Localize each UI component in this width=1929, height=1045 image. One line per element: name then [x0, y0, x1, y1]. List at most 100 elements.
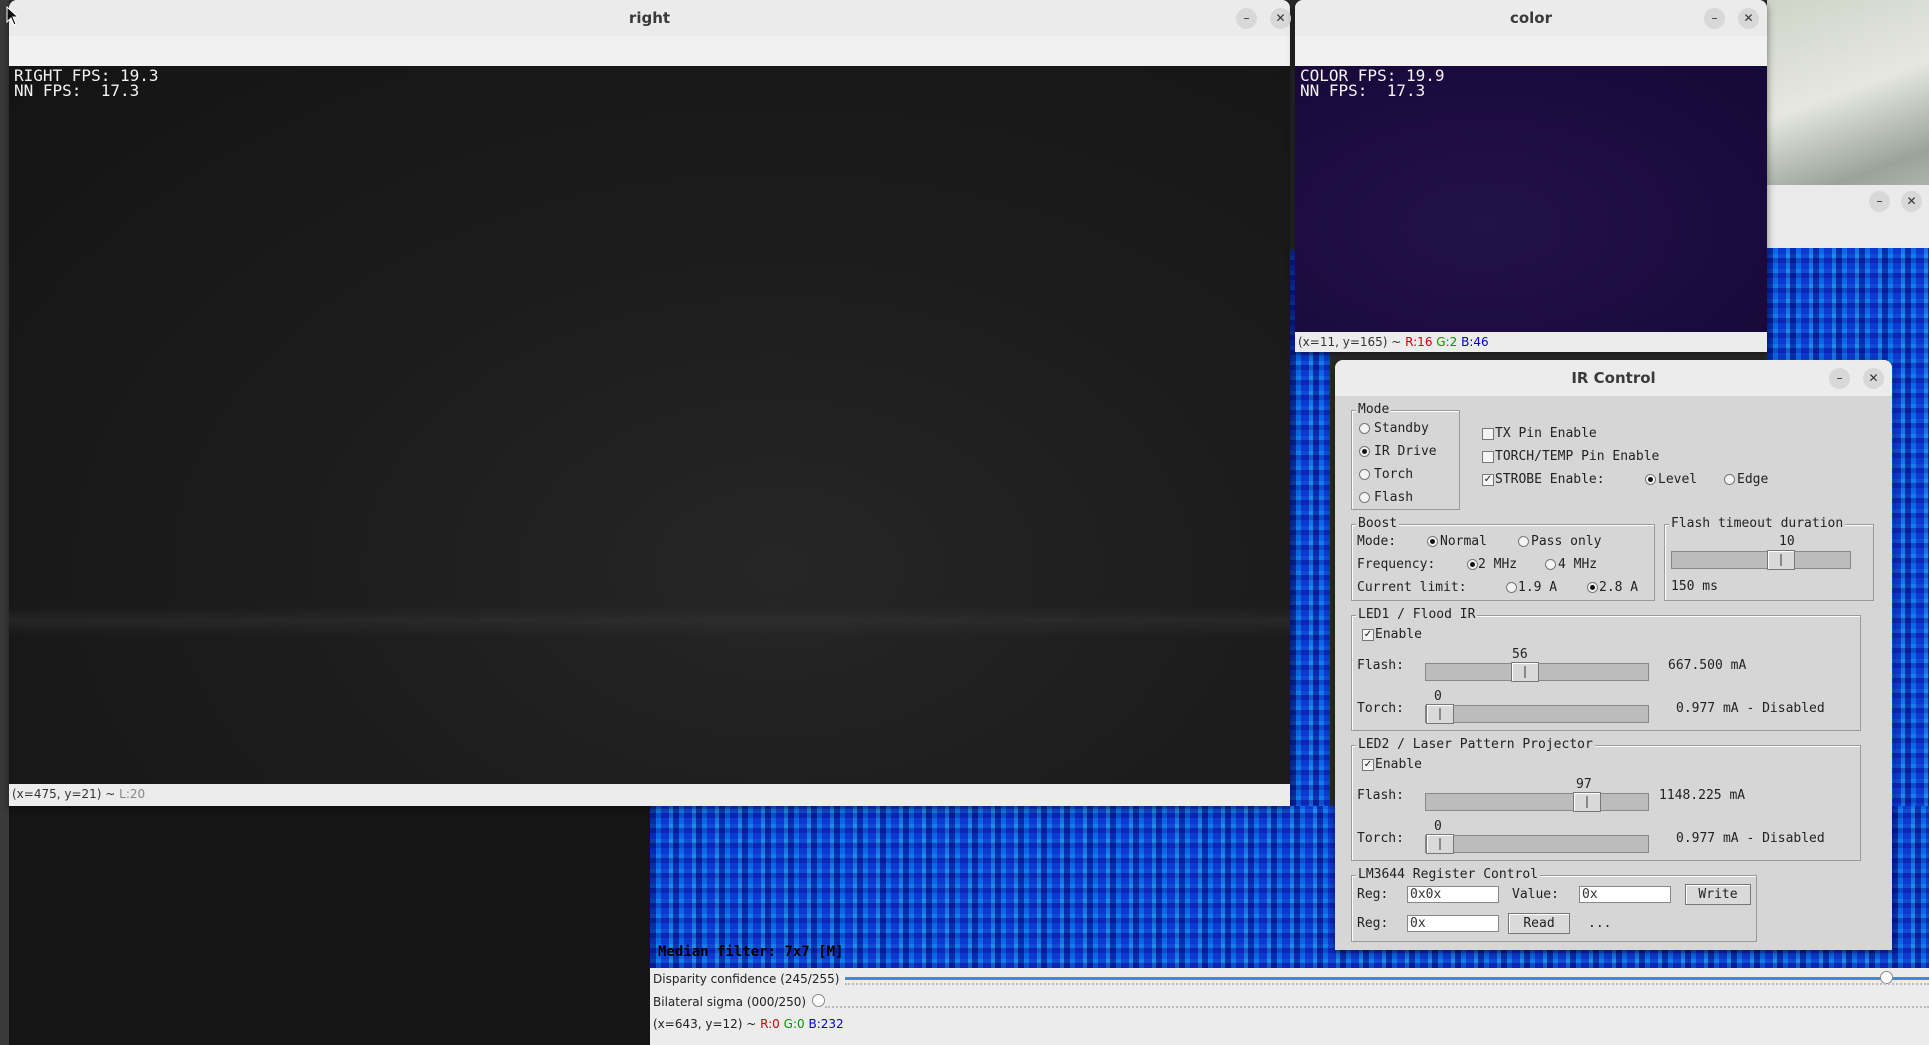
mode-torch-radio[interactable]: [1359, 469, 1370, 480]
disparity-confidence-label: Disparity confidence (245/255): [653, 972, 840, 986]
window-titlebar[interactable]: IR Control – ✕: [1335, 360, 1892, 396]
register-control-group: LM3644 Register Control Reg: 0x0x Value:…: [1351, 867, 1757, 942]
color-camera-image[interactable]: COLOR FPS: 19.9 NN FPS: 17.3: [1295, 66, 1767, 332]
current-1-9a-radio[interactable]: [1506, 582, 1517, 593]
frequency-4mhz-radio[interactable]: [1545, 559, 1556, 570]
mode-ir-drive-radio[interactable]: [1359, 446, 1370, 457]
right-status-bar: (x=475, y=21) ~ L:20: [9, 784, 1290, 804]
reg-read-label: Reg:: [1357, 916, 1389, 931]
led1-flash-current: 667.500 mA: [1668, 658, 1747, 673]
register-legend: LM3644 Register Control: [1356, 867, 1541, 882]
median-filter-overlay: Median filter: 7x7 [M]: [658, 944, 844, 960]
close-icon[interactable]: ✕: [1738, 8, 1759, 29]
led2-legend: LED2 / Laser Pattern Projector: [1356, 737, 1595, 752]
tx-pin-checkbox[interactable]: [1482, 428, 1494, 440]
flash-timeout-legend: Flash timeout duration: [1669, 516, 1846, 531]
read-result: ...: [1588, 916, 1612, 931]
led2-flash-slider-value: 97: [1576, 777, 1592, 792]
flash-timeout-thumb[interactable]: [1767, 550, 1795, 570]
led2-torch-label: Torch:: [1357, 831, 1404, 846]
led1-legend: LED1 / Flood IR: [1356, 607, 1478, 622]
reg-address-input[interactable]: 0x0x: [1407, 886, 1499, 903]
frequency-4mhz-label: 4 MHz: [1558, 557, 1598, 572]
mode-standby-label: Standby: [1374, 421, 1429, 436]
minimize-icon[interactable]: –: [1829, 368, 1850, 389]
led2-flash-label: Flash:: [1357, 788, 1404, 803]
led1-enable-label: Enable: [1375, 627, 1422, 642]
color-camera-window: color – ✕ COLOR FPS: 19.9 NN FPS: 17.3 (…: [1295, 0, 1767, 352]
strobe-level-label: Level: [1658, 472, 1698, 487]
strobe-level-radio[interactable]: [1645, 474, 1656, 485]
led2-torch-slider[interactable]: [1425, 834, 1649, 854]
mode-flash-radio[interactable]: [1359, 492, 1370, 503]
boost-mode-normal-label: Normal: [1440, 534, 1487, 549]
close-icon[interactable]: ✕: [1270, 8, 1291, 29]
led2-torch-thumb[interactable]: [1426, 834, 1454, 854]
boost-mode-normal-radio[interactable]: [1427, 536, 1438, 547]
torch-temp-pin-checkbox[interactable]: [1482, 451, 1494, 463]
strobe-edge-radio[interactable]: [1724, 474, 1735, 485]
blue-value: B:46: [1461, 335, 1489, 349]
write-button[interactable]: Write: [1685, 884, 1751, 905]
right-camera-image[interactable]: RIGHT FPS: 19.3 NN FPS: 17.3: [9, 66, 1290, 784]
image-horizon-band: [9, 606, 1290, 636]
depth-status-bar: (x=643, y=12) ~ R:0 G:0 B:232: [653, 1017, 844, 1031]
led1-torch-thumb[interactable]: [1426, 704, 1454, 724]
close-icon[interactable]: ✕: [1863, 368, 1884, 389]
boost-mode-pass-radio[interactable]: [1518, 536, 1529, 547]
window-toolbar: [9, 36, 1290, 67]
background-camera-view: [9, 805, 650, 1045]
mode-standby-radio[interactable]: [1359, 423, 1370, 434]
nn-fps-overlay: NN FPS: 17.3: [14, 81, 140, 100]
current-2-8a-label: 2.8 A: [1599, 580, 1639, 595]
led1-enable-checkbox[interactable]: ✓: [1362, 629, 1374, 641]
ir-control-window: IR Control – ✕ Mode Standby IR Drive Tor…: [1335, 360, 1892, 950]
window-title: color: [1509, 9, 1553, 27]
bilateral-sigma-handle[interactable]: [812, 994, 825, 1007]
led2-flash-thumb[interactable]: [1573, 792, 1601, 812]
right-camera-window: right – ✕ RIGHT FPS: 19.3 NN FPS: 17.3 (…: [9, 0, 1291, 806]
strobe-enable-checkbox[interactable]: ✓: [1482, 474, 1494, 486]
read-button[interactable]: Read: [1508, 913, 1570, 934]
led2-group: LED2 / Laser Pattern Projector ✓ Enable …: [1351, 737, 1861, 861]
led1-torch-current: 0.977 mA - Disabled: [1676, 701, 1825, 716]
led1-torch-label: Torch:: [1357, 701, 1404, 716]
window-titlebar[interactable]: color – ✕: [1295, 0, 1767, 36]
led2-enable-label: Enable: [1375, 757, 1422, 772]
minimize-icon[interactable]: –: [1869, 191, 1890, 212]
led1-flash-slider[interactable]: [1425, 662, 1649, 682]
mode-legend: Mode: [1356, 402, 1392, 417]
luma-value: L:20: [119, 787, 146, 801]
minimize-icon[interactable]: –: [1236, 8, 1257, 29]
boost-mode-pass-label: Pass only: [1531, 534, 1602, 549]
bilateral-sigma-slider[interactable]: [825, 1006, 1929, 1009]
depth-window-controls: Disparity confidence (245/255) Bilateral…: [650, 968, 1929, 1045]
cursor-coordinates: (x=11, y=165) ~: [1298, 335, 1406, 349]
flash-timeout-group: Flash timeout duration 10 150 ms: [1664, 516, 1874, 601]
minimize-icon[interactable]: –: [1704, 8, 1725, 29]
led1-flash-thumb[interactable]: [1511, 662, 1539, 682]
led1-torch-slider[interactable]: [1425, 704, 1649, 724]
reg-label: Reg:: [1357, 887, 1389, 902]
led2-enable-checkbox[interactable]: ✓: [1362, 759, 1374, 771]
reg-read-input[interactable]: 0x: [1407, 915, 1499, 932]
window-titlebar[interactable]: right – ✕: [9, 0, 1291, 36]
reg-value-input[interactable]: 0x: [1579, 886, 1671, 903]
current-2-8a-radio[interactable]: [1587, 582, 1598, 593]
background-window-titlebar: – ✕: [1767, 185, 1929, 249]
nn-fps-overlay: NN FPS: 17.3: [1300, 81, 1426, 100]
led1-flash-slider-value: 56: [1512, 647, 1528, 662]
boost-legend: Boost: [1356, 516, 1400, 531]
frequency-2mhz-radio[interactable]: [1467, 559, 1478, 570]
boost-group: Boost Mode: Normal Pass only Frequency: …: [1351, 516, 1655, 601]
mode-ir-drive-label: IR Drive: [1374, 444, 1437, 459]
disparity-confidence-slider[interactable]: [845, 977, 1929, 980]
led2-flash-current: 1148.225 mA: [1659, 788, 1746, 803]
close-icon[interactable]: ✕: [1901, 191, 1922, 212]
value-label: Value:: [1512, 887, 1559, 902]
flash-timeout-slider[interactable]: [1671, 550, 1851, 570]
led2-torch-slider-value: 0: [1434, 819, 1442, 834]
bilateral-sigma-label: Bilateral sigma (000/250): [653, 995, 807, 1009]
led2-flash-slider[interactable]: [1425, 792, 1649, 812]
frequency-2mhz-label: 2 MHz: [1478, 557, 1518, 572]
